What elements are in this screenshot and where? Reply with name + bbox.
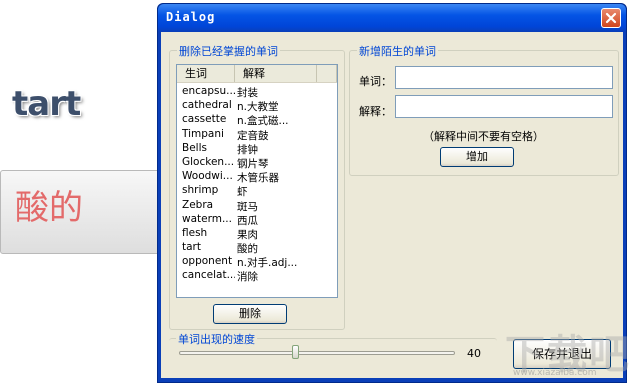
list-item-word: Glocken... xyxy=(182,155,235,168)
list-item-meaning: 定音鼓 xyxy=(237,129,269,142)
list-item-meaning: 酸的 xyxy=(237,243,258,256)
close-button[interactable] xyxy=(601,8,621,28)
meaning-hint: （解释中间不要有空格） xyxy=(423,130,544,143)
dialog-title: Dialog xyxy=(166,10,216,24)
list-item-word: Timpani xyxy=(182,127,224,140)
column-header-word[interactable]: 生词 xyxy=(177,65,235,82)
list-item-meaning: 排钟 xyxy=(237,143,258,156)
background-word: tart xyxy=(12,84,81,124)
meaning-field-label: 解释： xyxy=(359,105,392,118)
delete-button[interactable]: 删除 xyxy=(213,304,287,324)
list-item-word: tart xyxy=(182,241,201,254)
list-item-meaning: n.大教堂 xyxy=(237,101,279,114)
list-item-word: flesh xyxy=(182,226,208,239)
title-bar[interactable]: Dialog xyxy=(158,4,626,32)
speed-group: 单词出现的速度 xyxy=(169,331,497,374)
list-item[interactable]: waterm... 西瓜 xyxy=(177,213,337,227)
list-item-word: waterm... xyxy=(182,212,232,225)
list-item-meaning: 西瓜 xyxy=(237,214,258,227)
list-item-meaning: 钢片琴 xyxy=(237,157,269,170)
list-item-meaning: 虾 xyxy=(237,186,248,199)
list-item-word: Woodwi... xyxy=(182,170,233,183)
list-item-word: cassette xyxy=(182,113,227,126)
list-item-meaning: 木管乐器 xyxy=(237,172,279,185)
speed-slider-thumb[interactable] xyxy=(291,345,299,359)
word-field[interactable] xyxy=(395,66,613,89)
list-item[interactable]: flesh 果肉 xyxy=(177,227,337,241)
list-header: 生词 解释 xyxy=(177,65,337,83)
add-button[interactable]: 增加 xyxy=(440,147,514,167)
word-field-label: 单词： xyxy=(359,75,392,88)
list-item-meaning: n.盒式磁... xyxy=(237,115,289,128)
list-item-word: Zebra xyxy=(182,198,214,211)
list-item-meaning: 封装 xyxy=(237,87,258,99)
background-meaning: 酸的 xyxy=(15,188,83,228)
column-header-filler xyxy=(317,65,337,82)
speed-slider-track[interactable] xyxy=(179,351,455,355)
list-item-word: encapsu... xyxy=(182,85,235,97)
column-header-meaning[interactable]: 解释 xyxy=(235,65,317,82)
watermark-url: www.xiazaiba.com xyxy=(513,368,597,378)
list-item[interactable]: shrimp 虾 xyxy=(177,184,337,198)
list-item-word: cancelat... xyxy=(182,269,235,282)
list-item-word: shrimp xyxy=(182,184,219,197)
meaning-field[interactable] xyxy=(395,95,613,118)
list-item[interactable]: cancelat... 消除 xyxy=(177,269,337,283)
close-icon xyxy=(605,12,617,24)
list-item[interactable]: opponent n.对手.adj... xyxy=(177,255,337,269)
list-item[interactable]: Bells 排钟 xyxy=(177,142,337,156)
list-body: encapsu... 封装 cathedral n.大教堂 cassette n.盒式磁.… xyxy=(177,83,337,284)
list-item-word: cathedral xyxy=(182,99,232,112)
list-item[interactable]: Timpani 定音鼓 xyxy=(177,128,337,142)
list-item-word: Bells xyxy=(182,141,207,154)
list-item[interactable]: Woodwi... 木管乐器 xyxy=(177,170,337,184)
speed-value: 40 xyxy=(467,347,481,360)
list-item-meaning: n.对手.adj... xyxy=(237,257,298,270)
list-item-meaning: 果肉 xyxy=(237,228,258,241)
list-item-meaning: 消除 xyxy=(237,271,258,284)
speed-group-title: 单词出现的速度 xyxy=(176,331,257,347)
list-item[interactable]: Zebra 斑马 xyxy=(177,199,337,213)
word-list[interactable]: 生词 解释 encapsu... 封装 cathedral n.大教堂 cassette… xyxy=(176,64,338,298)
list-item-meaning: 斑马 xyxy=(237,200,258,213)
delete-group-title: 删除已经掌握的单词 xyxy=(177,43,280,59)
list-item[interactable]: Glocken... 钢片琴 xyxy=(177,156,337,170)
list-item[interactable]: tart 酸的 xyxy=(177,241,337,255)
add-group-title: 新增陌生的单词 xyxy=(357,43,438,59)
list-item[interactable]: cassette n.盒式磁... xyxy=(177,113,337,127)
list-item[interactable]: encapsu... 封装 xyxy=(177,85,337,99)
list-item[interactable]: cathedral n.大教堂 xyxy=(177,99,337,113)
list-item-word: opponent xyxy=(182,255,233,268)
